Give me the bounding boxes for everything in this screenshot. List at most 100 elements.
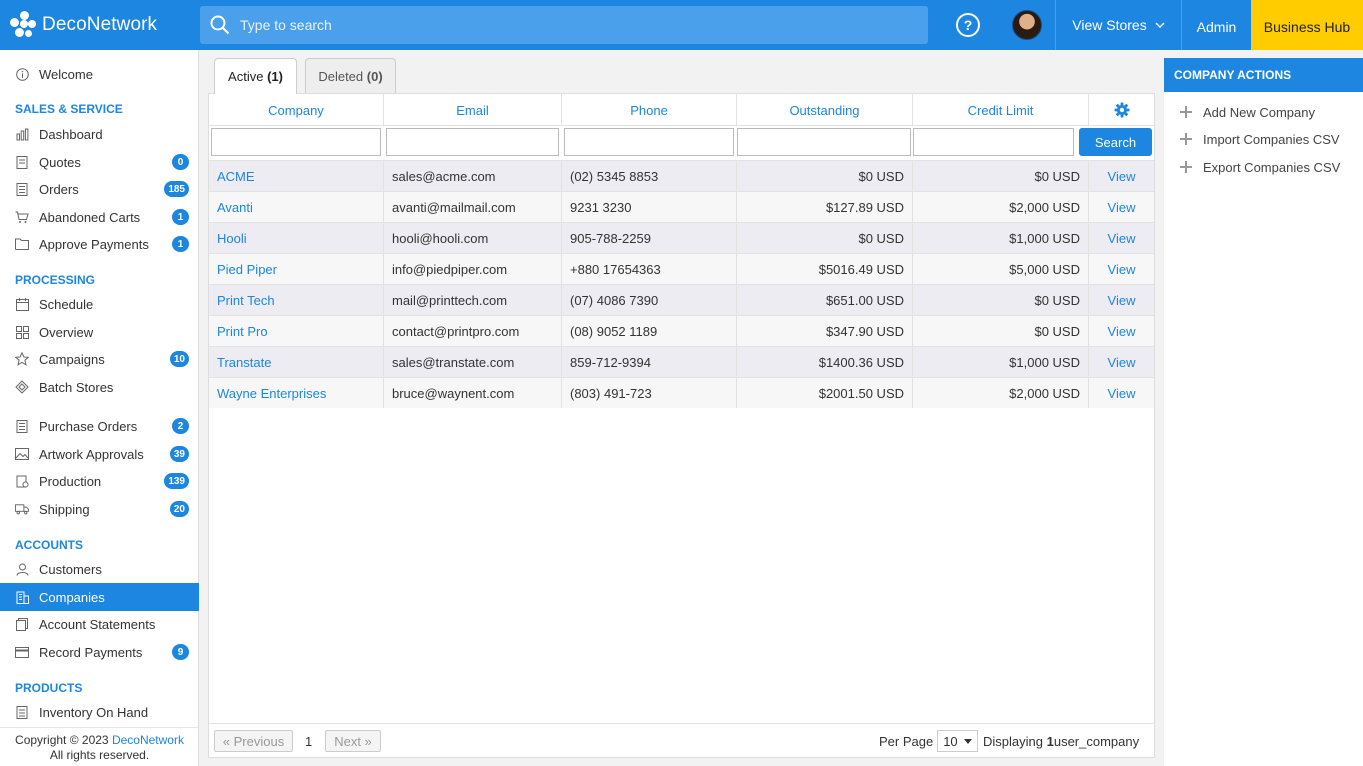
sidebar-item-quotes[interactable]: Quotes 0 [0,148,199,176]
column-header-email[interactable]: Email [384,94,562,126]
company-cell[interactable]: Transtate [209,347,384,377]
sidebar-item-account-statements[interactable]: Account Statements [0,610,199,638]
filter-company-input[interactable] [211,128,381,156]
sidebar-item-welcome[interactable]: Welcome [0,60,199,88]
logo-icon [10,11,38,39]
deconetwork-link[interactable]: DecoNetwork [112,733,184,747]
sidebar-item-inventory-on-hand[interactable]: Inventory On Hand [0,698,199,726]
sidebar-item-overview[interactable]: Overview [0,318,199,346]
sidebar-item-orders[interactable]: Orders 185 [0,175,199,203]
column-header-company[interactable]: Company [209,94,384,126]
per-page-control: Per Page 10 [879,724,979,758]
sidebar-item-artwork-approvals[interactable]: Artwork Approvals 39 [0,440,199,468]
sidebar-item-label: Inventory On Hand [39,704,149,720]
credit-limit-cell: $1,000 USD [913,223,1089,253]
tab-count: (0) [366,68,383,84]
global-search[interactable] [200,6,928,44]
company-cell[interactable]: ACME [209,161,384,191]
table-row: Print Pro contact@printpro.com (08) 9052 1… [209,315,1154,346]
credit-limit-cell: $0 USD [913,316,1089,346]
tab-deleted[interactable]: Deleted (0) [305,58,396,93]
company-cell[interactable]: Wayne Enterprises [209,378,384,408]
sidebar-item-production[interactable]: Production 139 [0,467,199,495]
sidebar-item-purchase-orders[interactable]: Purchase Orders 2 [0,412,199,440]
tab-label: Active [228,69,264,84]
admin-button[interactable]: Admin [1182,0,1251,50]
filter-credit-limit-input[interactable] [913,128,1074,156]
outstanding-cell: $0 USD [737,223,913,253]
sidebar-item-label: Welcome [39,66,93,82]
view-link[interactable]: View [1089,285,1154,315]
search-icon [200,6,240,44]
company-cell[interactable]: Avanti [209,192,384,222]
view-stores-label: View Stores [1072,17,1147,33]
logo[interactable]: DecoNetwork [10,10,157,40]
view-link[interactable]: View [1089,347,1154,377]
sidebar-item-label: Overview [39,324,94,340]
sidebar-item-schedule[interactable]: Schedule [0,290,199,318]
sidebar-item-campaigns[interactable]: Campaigns 10 [0,345,199,373]
tab-active[interactable]: Active (1) [214,58,297,94]
folder-icon [15,237,29,251]
company-cell[interactable]: Print Tech [209,285,384,315]
company-cell[interactable]: Print Pro [209,316,384,346]
sidebar-item-label: Customers [39,561,102,577]
export-companies-csv-link[interactable]: Export Companies CSV [1164,153,1363,181]
sidebar-item-abandoned-carts[interactable]: Abandoned Carts 1 [0,203,199,231]
next-page-button[interactable]: Next » [325,730,381,752]
avatar[interactable] [1012,10,1042,40]
company-cell[interactable]: Hooli [209,223,384,253]
sidebar-item-batch-stores[interactable]: Batch Stores [0,373,199,401]
search-button[interactable]: Search [1079,128,1152,156]
grid-header: Company Email Phone Outstanding Credit L… [209,94,1154,126]
view-stores-menu[interactable]: View Stores [1056,0,1181,50]
column-header-credit-limit[interactable]: Credit Limit [913,94,1089,126]
import-companies-csv-link[interactable]: Import Companies CSV [1164,125,1363,153]
per-page-select[interactable]: 10 [937,730,979,752]
view-link[interactable]: View [1089,192,1154,222]
view-link[interactable]: View [1089,161,1154,191]
filter-outstanding-input[interactable] [737,128,911,156]
sidebar-item-label: Schedule [39,296,94,312]
sidebar-item-companies[interactable]: Companies [0,583,199,611]
view-link[interactable]: View [1089,378,1154,408]
gear-icon[interactable] [1089,94,1154,126]
previous-page-button[interactable]: « Previous [214,730,293,752]
action-label: Add New Company [1203,104,1315,120]
current-page: 1 [305,733,313,749]
tab-label: Deleted [318,68,364,84]
column-header-outstanding[interactable]: Outstanding [737,94,913,126]
count-badge: 1 [172,209,189,225]
help-icon[interactable]: ? [956,13,980,37]
business-hub-button[interactable]: Business Hub [1251,0,1363,50]
view-link[interactable]: View [1089,254,1154,284]
company-actions-panel: COMPANY ACTIONS Add New Company Import C… [1164,58,1363,766]
phone-cell: 859-712-9394 [562,347,737,377]
company-cell[interactable]: Pied Piper [209,254,384,284]
email-cell: mail@printtech.com [384,285,562,315]
email-cell: sales@acme.com [384,161,562,191]
sidebar-item-shipping[interactable]: Shipping 20 [0,495,199,523]
view-link[interactable]: View [1089,316,1154,346]
count-badge: 2 [172,418,189,434]
section-heading-sales: SALES & SERVICE [15,102,123,116]
sidebar-item-label: Batch Stores [39,379,114,395]
column-header-phone[interactable]: Phone [562,94,737,126]
search-input[interactable] [240,17,840,33]
sidebar-item-dashboard[interactable]: Dashboard [0,120,199,148]
outstanding-cell: $347.90 USD [737,316,913,346]
sidebar-item-label: Campaigns [39,351,105,367]
view-link[interactable]: View [1089,223,1154,253]
sidebar-item-approve-payments[interactable]: Approve Payments 1 [0,230,199,258]
document-icon [15,155,29,169]
sidebar-item-label: Orders [39,181,79,197]
table-row: Pied Piper info@piedpiper.com +880 1765436… [209,253,1154,284]
sidebar-item-customers[interactable]: Customers [0,555,199,583]
tab-count: (1) [267,69,283,84]
sidebar-item-record-payments[interactable]: Record Payments 9 [0,638,199,666]
filter-phone-input[interactable] [564,128,734,156]
sidebar-item-label: Abandoned Carts [39,209,141,225]
filter-email-input[interactable] [386,128,559,156]
email-cell: bruce@waynent.com [384,378,562,408]
add-new-company-link[interactable]: Add New Company [1164,98,1363,126]
